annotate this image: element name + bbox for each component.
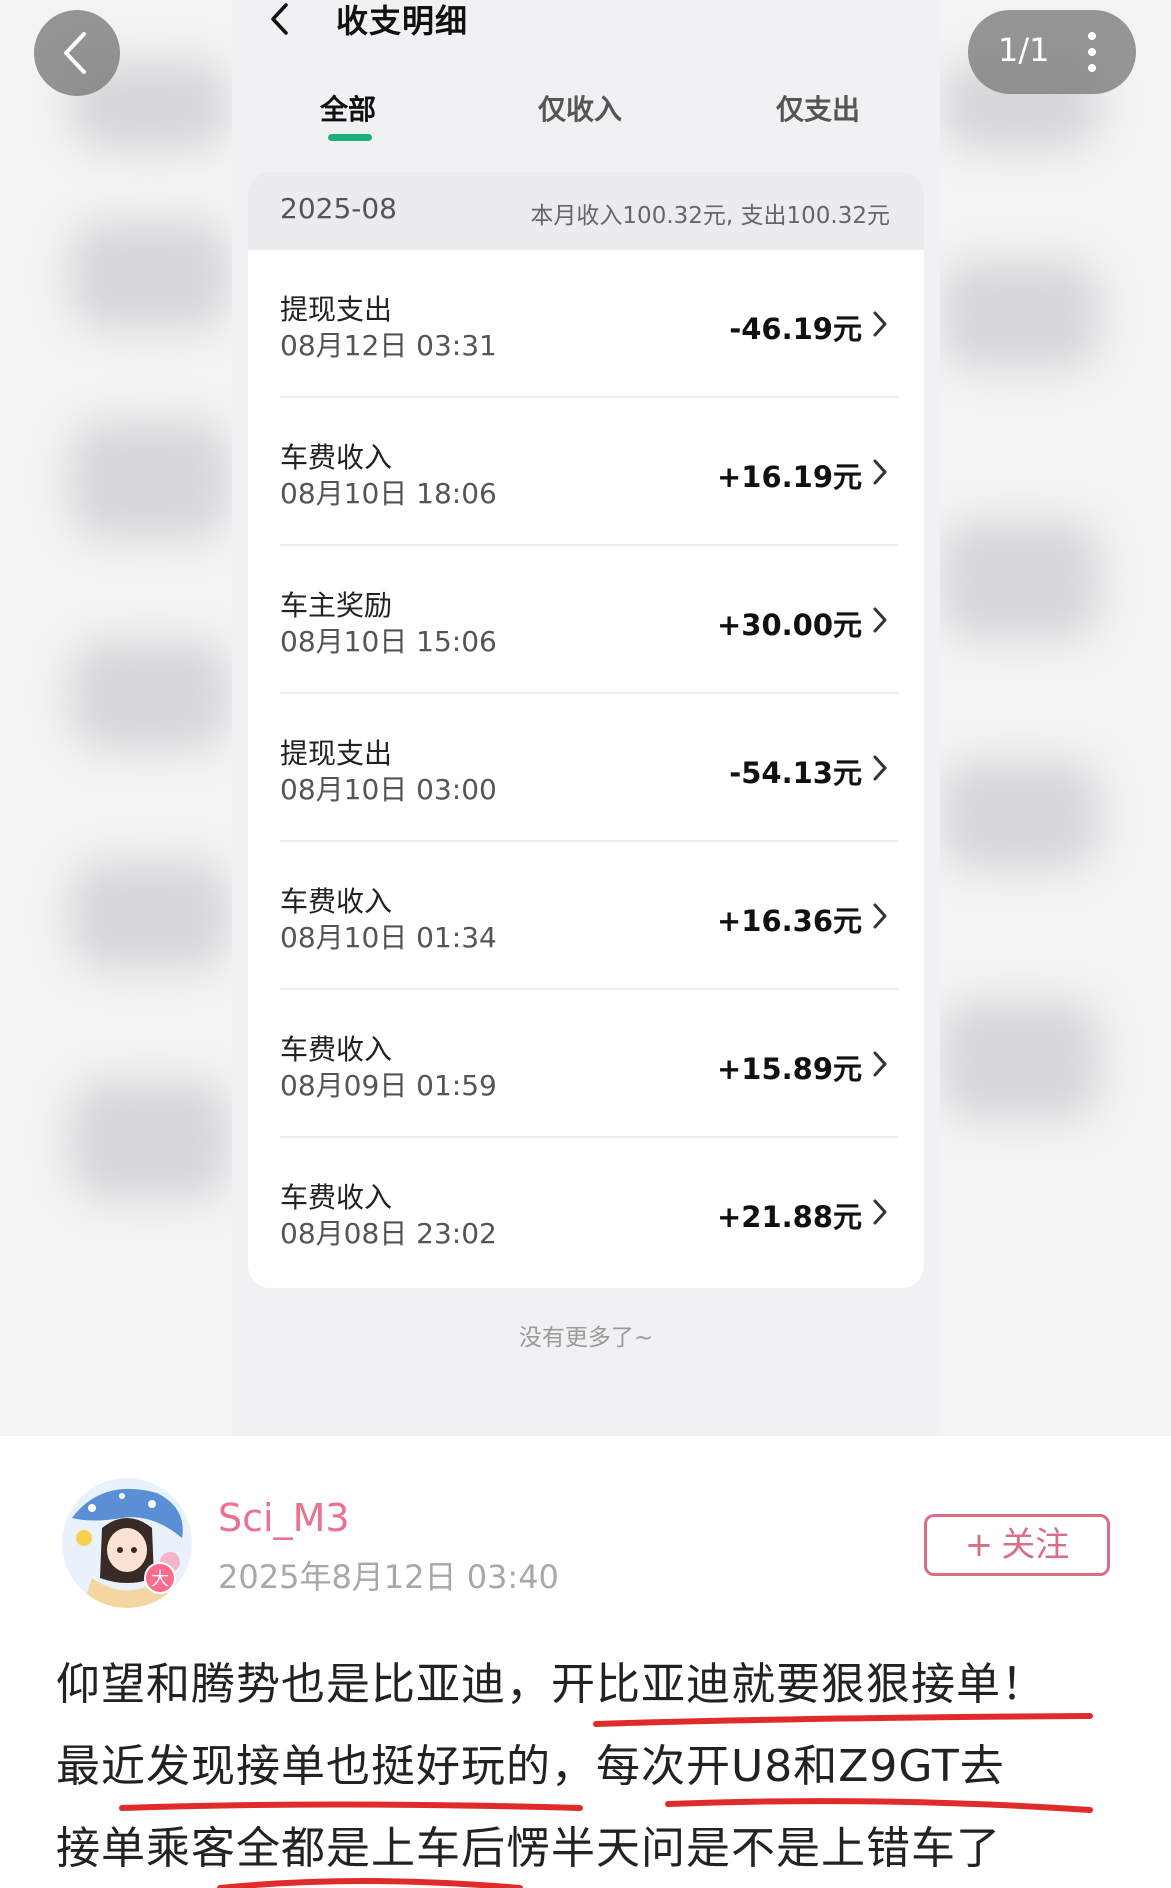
tab-income-only[interactable]: 仅收入 — [538, 88, 622, 128]
transaction-row[interactable]: 车费收入 08月10日 18:06 +16.19元 — [248, 398, 924, 546]
transaction-amount: +30.00元 — [716, 608, 862, 642]
blurred-background-left — [0, 0, 232, 1436]
transaction-name: 车主奖励 — [280, 589, 393, 622]
post-timestamp: 2025年8月12日 03:40 — [218, 1558, 559, 1596]
transaction-amount: +15.89元 — [716, 1052, 862, 1086]
transaction-name: 车费收入 — [280, 885, 393, 918]
tab-all[interactable]: 全部 — [320, 88, 376, 128]
transaction-time: 08月12日 03:31 — [280, 329, 497, 362]
transaction-time: 08月08日 23:02 — [280, 1217, 497, 1250]
chevron-right-icon — [873, 1199, 887, 1225]
transaction-amount: +16.19元 — [716, 460, 862, 494]
transaction-name: 车费收入 — [280, 441, 393, 474]
transaction-name: 提现支出 — [280, 293, 393, 326]
chevron-right-icon — [873, 755, 887, 781]
blurred-background-right — [940, 0, 1171, 1436]
chevron-right-icon — [873, 1051, 887, 1077]
chevron-right-icon — [873, 459, 887, 485]
transaction-row[interactable]: 提现支出 08月10日 03:00 -54.13元 — [248, 694, 924, 842]
transaction-time: 08月10日 03:00 — [280, 773, 497, 806]
transaction-row[interactable]: 车费收入 08月08日 23:02 +21.88元 — [248, 1138, 924, 1286]
post-body-line: 最近发现接单也挺好玩的，每次开U8和Z9GT去 — [56, 1741, 1005, 1792]
chevron-right-icon — [873, 903, 887, 929]
transaction-row[interactable]: 车费收入 08月09日 01:59 +15.89元 — [248, 990, 924, 1138]
post-body-line: 仰望和腾势也是比亚迪，开比亚迪就要狠狠接单！ — [56, 1659, 1046, 1710]
post-body-line: 接单乘客全都是上车后愣半天问是不是上错车了 — [56, 1823, 1001, 1874]
transaction-name: 提现支出 — [280, 737, 393, 770]
transaction-time: 08月10日 01:34 — [280, 921, 497, 954]
month-summary: 本月收入100.32元, 支出100.32元 — [530, 203, 890, 229]
month-header: 2025-08 本月收入100.32元, 支出100.32元 — [248, 172, 924, 250]
follow-button[interactable]: + 关注 — [924, 1514, 1110, 1576]
avatar-badge: 大 — [144, 1562, 176, 1594]
transaction-time: 08月09日 01:59 — [280, 1069, 497, 1102]
chevron-left-icon — [64, 32, 86, 74]
transaction-amount: -54.13元 — [729, 756, 862, 790]
post-body: 仰望和腾势也是比亚迪，开比亚迪就要狠狠接单！ 最近发现接单也挺好玩的，每次开U8… — [56, 1644, 1116, 1888]
transaction-amount: -46.19元 — [729, 312, 862, 346]
transaction-name: 车费收入 — [280, 1181, 393, 1214]
chevron-right-icon — [873, 607, 887, 633]
transaction-time: 08月10日 15:06 — [280, 625, 497, 658]
transaction-screenshot: 收支明细 全部 仅收入 仅支出 2025-08 本月收入100.32元, 支出1… — [232, 0, 940, 1436]
tab-expense-only[interactable]: 仅支出 — [776, 88, 860, 128]
transaction-time: 08月10日 18:06 — [280, 477, 497, 510]
viewer-back-button[interactable] — [34, 10, 120, 96]
active-tab-indicator — [328, 134, 372, 141]
viewer-menu-pill: 1/1 — [968, 10, 1136, 94]
username[interactable]: Sci_M3 — [218, 1496, 350, 1540]
page-counter: 1/1 — [998, 31, 1050, 69]
avatar-image — [62, 1478, 192, 1608]
transaction-amount: +21.88元 — [716, 1200, 862, 1234]
screenshot-header: 收支明细 — [232, 0, 940, 44]
image-viewer: 收支明细 全部 仅收入 仅支出 2025-08 本月收入100.32元, 支出1… — [0, 0, 1171, 1436]
chevron-right-icon — [873, 311, 887, 337]
avatar[interactable] — [62, 1478, 192, 1608]
transaction-row[interactable]: 提现支出 08月12日 03:31 -46.19元 — [248, 250, 924, 398]
plus-icon: + — [964, 1525, 994, 1565]
more-vertical-icon[interactable] — [1086, 30, 1098, 74]
transaction-row[interactable]: 车主奖励 08月10日 15:06 +30.00元 — [248, 546, 924, 694]
transaction-row[interactable]: 车费收入 08月10日 01:34 +16.36元 — [248, 842, 924, 990]
follow-label: 关注 — [1001, 1525, 1070, 1565]
transaction-amount: +16.36元 — [716, 904, 862, 938]
end-of-list-text: 没有更多了~ — [518, 1325, 654, 1351]
chevron-left-icon[interactable] — [268, 2, 292, 36]
post-section: 大 Sci_M3 2025年8月12日 03:40 + 关注 仰望和腾势也是比亚迪… — [0, 1436, 1171, 1888]
month-label[interactable]: 2025-08 — [280, 192, 397, 225]
filter-tabs: 全部 仅收入 仅支出 — [232, 80, 940, 150]
page-title: 收支明细 — [336, 2, 469, 40]
transaction-name: 车费收入 — [280, 1033, 393, 1066]
transaction-list: 提现支出 08月12日 03:31 -46.19元 车费收入 08月10日 18:06 +… — [248, 250, 924, 1288]
